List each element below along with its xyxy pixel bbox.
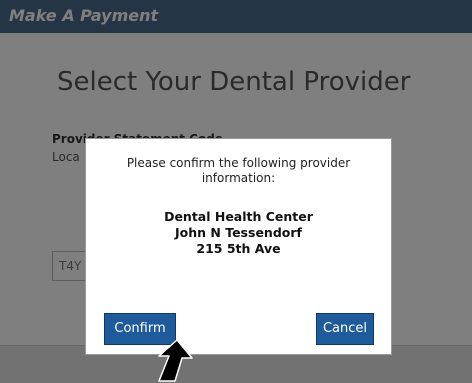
cancel-button[interactable]: Cancel xyxy=(316,313,374,345)
arrow-pointer-icon xyxy=(158,339,193,382)
provider-doctor: John N Tessendorf xyxy=(175,225,302,240)
confirm-provider-dialog: Please confirm the following provider in… xyxy=(85,138,392,355)
payment-page: Make A Payment Select Your Dental Provid… xyxy=(0,0,472,383)
provider-name: Dental Health Center xyxy=(164,209,313,224)
dialog-message: Please confirm the following provider in… xyxy=(126,156,351,185)
provider-address: 215 5th Ave xyxy=(196,241,281,256)
provider-info: Dental Health Center John N Tessendorf 2… xyxy=(96,209,381,257)
